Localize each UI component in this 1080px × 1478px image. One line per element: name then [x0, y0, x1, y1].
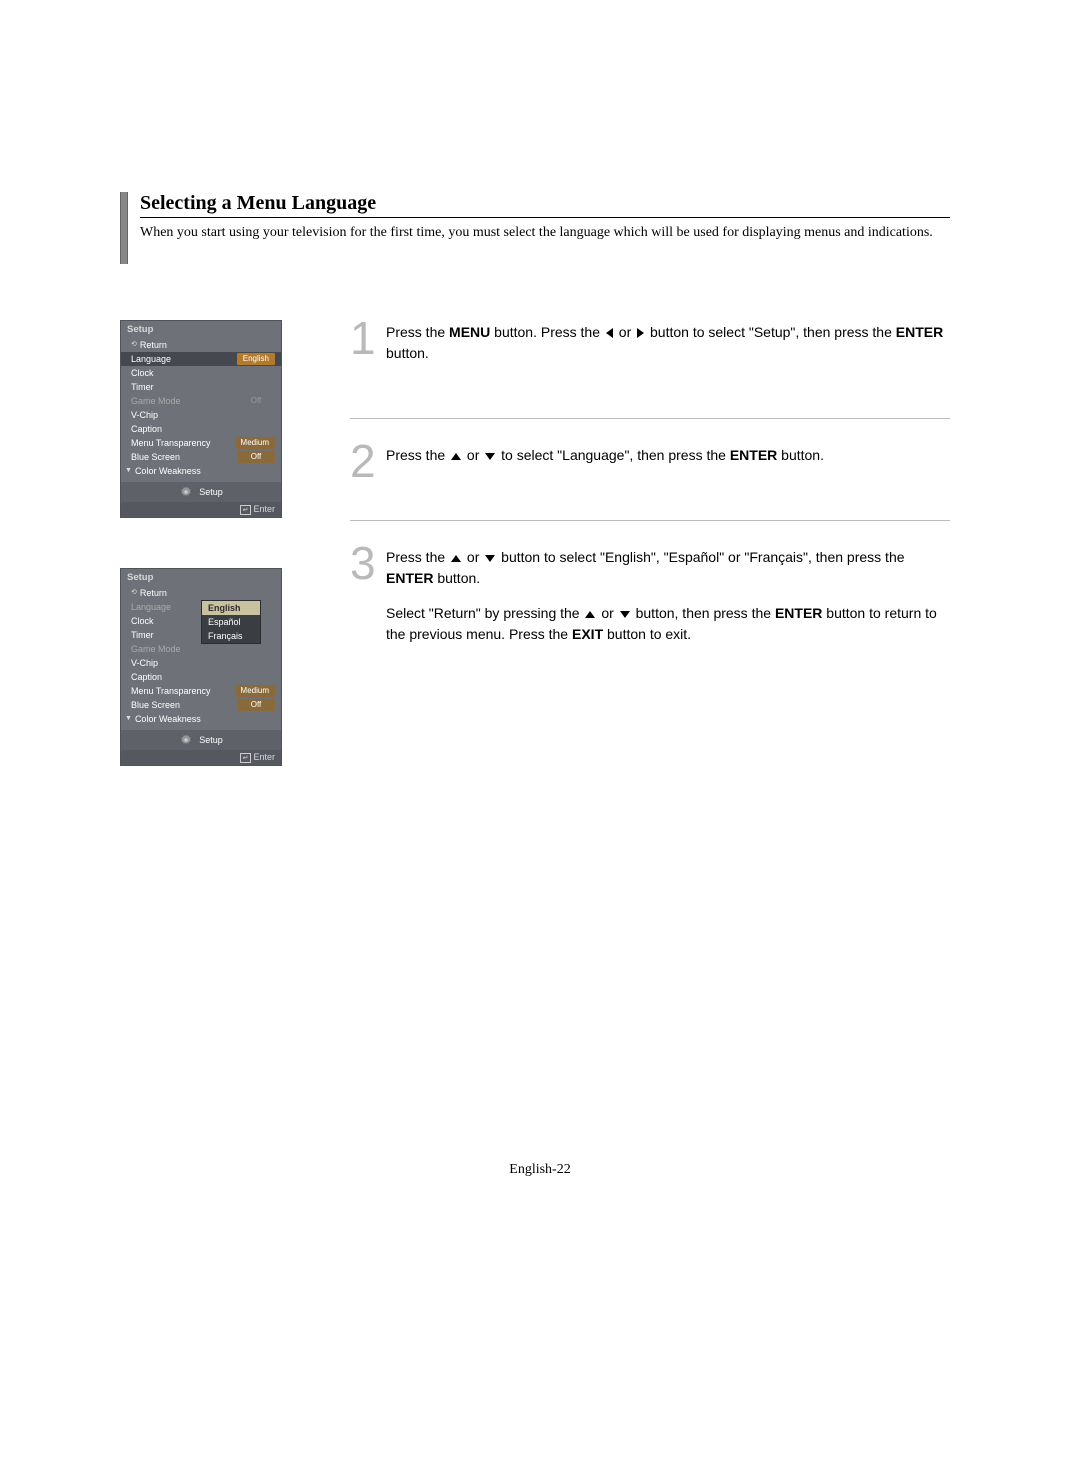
- return-icon: ⟲: [131, 339, 137, 351]
- menu-item-clock[interactable]: Clock: [121, 366, 281, 380]
- enter-icon: ↵: [240, 505, 252, 515]
- step-2: 2 Press the or to select "Language", the…: [350, 443, 950, 521]
- step-text: Press the or to select "Language", then …: [386, 443, 824, 480]
- dropdown-option-espanol[interactable]: Español: [202, 615, 260, 629]
- menu-item-label: Menu Transparency: [131, 685, 235, 697]
- menu-item-value: Medium: [235, 437, 275, 449]
- return-icon: ⟲: [131, 587, 137, 599]
- menu-footer: Setup: [121, 730, 281, 750]
- title-rule: [140, 217, 950, 218]
- enter-label: Enter: [253, 752, 275, 762]
- menu-item-color-weakness[interactable]: ▼ Color Weakness: [121, 464, 281, 478]
- menu-item-game-mode: Game Mode Off: [121, 394, 281, 408]
- down-arrow-icon: [485, 555, 495, 562]
- up-arrow-icon: [585, 611, 595, 618]
- setup-menu-panel-1: Setup ⟲ Return Language English Clock Ti…: [120, 320, 282, 518]
- step-1: 1 Press the MENU button. Press the or bu…: [350, 320, 950, 419]
- menu-footer-label: Setup: [199, 487, 223, 497]
- menu-footer: Setup: [121, 482, 281, 502]
- menu-item-color-weakness[interactable]: ▼ Color Weakness: [121, 712, 281, 726]
- menu-item-label: Game Mode: [131, 395, 237, 407]
- menu-item-return[interactable]: ⟲ Return: [121, 586, 281, 600]
- menu-item-value: Off: [237, 699, 275, 711]
- menu-item-label: Language: [131, 353, 237, 365]
- more-down-icon: ▼: [125, 465, 132, 477]
- gear-icon: [179, 733, 193, 747]
- language-dropdown[interactable]: English Español Français: [201, 600, 261, 644]
- down-arrow-icon: [485, 453, 495, 460]
- step-text: Press the MENU button. Press the or butt…: [386, 320, 950, 378]
- menu-item-value: Off: [237, 451, 275, 463]
- menu-item-label: Game Mode: [131, 643, 275, 655]
- menu-enter-hint: ↵Enter: [121, 502, 281, 517]
- step-number: 3: [350, 545, 386, 659]
- menu-item-caption[interactable]: Caption: [121, 670, 281, 684]
- menu-item-value: Medium: [235, 685, 275, 697]
- menu-enter-hint: ↵Enter: [121, 750, 281, 765]
- menu-item-label: Caption: [131, 423, 275, 435]
- menu-item-language[interactable]: Language English: [121, 352, 281, 366]
- menu-item-label: Menu Transparency: [131, 437, 235, 449]
- page-number: English-22: [0, 1162, 1080, 1178]
- menu-item-label: Return: [140, 587, 275, 599]
- menu-item-value: English: [237, 353, 275, 365]
- up-arrow-icon: [451, 453, 461, 460]
- menu-item-transparency[interactable]: Menu Transparency Medium: [121, 436, 281, 450]
- menu-item-vchip[interactable]: V-Chip: [121, 408, 281, 422]
- step-text: Press the or button to select "English",…: [386, 545, 950, 659]
- menu-item-game-mode: Game Mode: [121, 642, 281, 656]
- left-arrow-icon: [606, 328, 613, 338]
- menu-item-label: Clock: [131, 367, 275, 379]
- enter-icon: ↵: [240, 753, 252, 763]
- menu-item-return[interactable]: ⟲ Return: [121, 338, 281, 352]
- menu-item-value: Off: [237, 395, 275, 407]
- menu-item-label: V-Chip: [131, 657, 275, 669]
- menu-item-vchip[interactable]: V-Chip: [121, 656, 281, 670]
- enter-label: Enter: [253, 504, 275, 514]
- menu-item-label: Color Weakness: [135, 713, 275, 725]
- menu-item-label: Blue Screen: [131, 699, 237, 711]
- menu-item-label: Return: [140, 339, 275, 351]
- step-3: 3 Press the or button to select "English…: [350, 545, 950, 699]
- more-down-icon: ▼: [125, 713, 132, 725]
- menu-item-blue-screen[interactable]: Blue Screen Off: [121, 450, 281, 464]
- menu-item-blue-screen[interactable]: Blue Screen Off: [121, 698, 281, 712]
- title-block: Selecting a Menu Language When you start…: [120, 192, 950, 264]
- menu-item-label: V-Chip: [131, 409, 275, 421]
- menu-item-label: Color Weakness: [135, 465, 275, 477]
- gear-icon: [179, 485, 193, 499]
- up-arrow-icon: [451, 555, 461, 562]
- dropdown-option-francais[interactable]: Français: [202, 629, 260, 643]
- menu-item-label: Caption: [131, 671, 275, 683]
- dropdown-option-english[interactable]: English: [202, 601, 260, 615]
- decorative-sidebar: [120, 192, 128, 264]
- menu-footer-label: Setup: [199, 735, 223, 745]
- page-title: Selecting a Menu Language: [140, 192, 950, 215]
- down-arrow-icon: [620, 611, 630, 618]
- menu-title: Setup: [121, 321, 281, 338]
- menu-item-label: Timer: [131, 381, 275, 393]
- menu-item-caption[interactable]: Caption: [121, 422, 281, 436]
- setup-menu-panel-2: Setup ⟲ Return Language English Español …: [120, 568, 282, 766]
- menu-item-timer[interactable]: Timer: [121, 380, 281, 394]
- intro-text: When you start using your television for…: [140, 224, 950, 243]
- menu-title: Setup: [121, 569, 281, 586]
- step-number: 1: [350, 320, 386, 378]
- menu-item-label: Blue Screen: [131, 451, 237, 463]
- menu-item-transparency[interactable]: Menu Transparency Medium: [121, 684, 281, 698]
- step-number: 2: [350, 443, 386, 480]
- right-arrow-icon: [637, 328, 644, 338]
